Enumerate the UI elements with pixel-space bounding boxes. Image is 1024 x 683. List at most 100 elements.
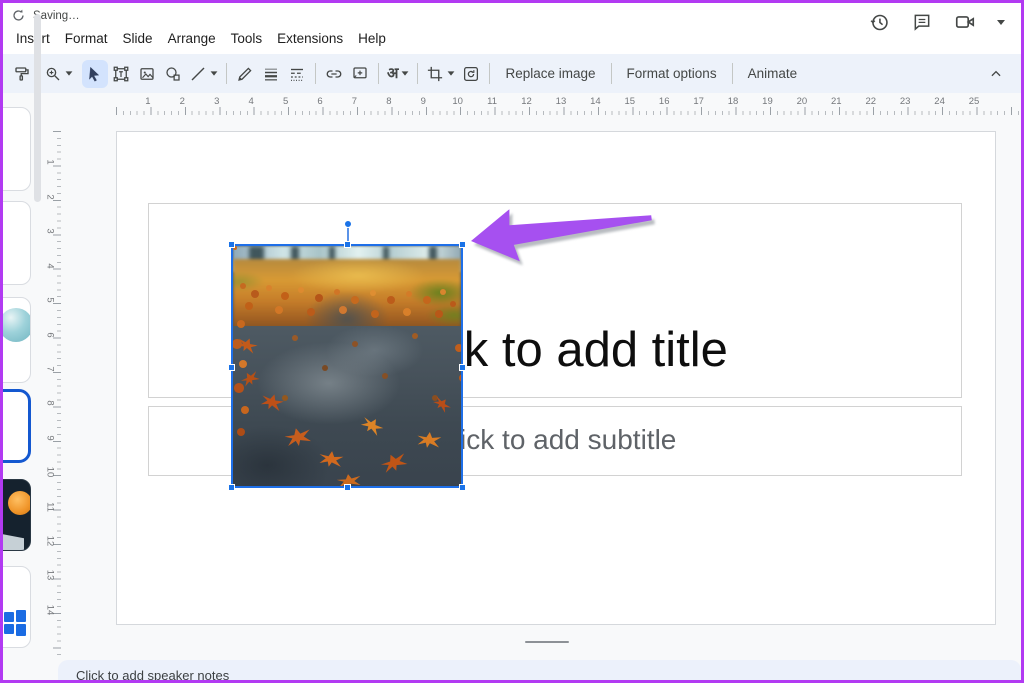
ruler-number: 3 — [214, 96, 220, 107]
animate-button[interactable]: Animate — [738, 60, 808, 88]
text-box-button[interactable] — [108, 60, 134, 88]
ruler-number: 21 — [831, 96, 842, 107]
ruler-number: 4 — [248, 96, 254, 107]
ruler-number: 25 — [968, 96, 980, 107]
insert-shape-button[interactable] — [160, 60, 186, 88]
menu-item[interactable]: Tools — [224, 27, 270, 50]
speaker-notes-placeholder: Click to add speaker notes — [76, 668, 230, 683]
ruler-number: 14 — [590, 96, 601, 107]
slide-thumbnail-5[interactable] — [3, 479, 31, 551]
ruler-number: 11 — [487, 96, 498, 107]
filmstrip-scrollbar[interactable] — [34, 14, 41, 202]
ruler-number: 12 — [521, 96, 532, 107]
ruler-number: 23 — [899, 96, 911, 107]
input-tools-caret-icon — [402, 71, 409, 76]
menu-item[interactable]: Format — [58, 27, 115, 50]
slide-thumbnail-4-selected[interactable] — [3, 389, 31, 463]
ruler-number: 2 — [179, 96, 185, 107]
ruler-number: 14 — [44, 604, 56, 616]
resize-handle-top-right[interactable] — [459, 241, 466, 248]
slide-thumbnail-6[interactable] — [3, 566, 31, 648]
mask-image-caret-icon — [448, 71, 455, 76]
ruler-number: 3 — [44, 228, 56, 234]
slide-thumbnail-2[interactable] — [3, 201, 31, 285]
zoom-tool-button[interactable] — [41, 60, 76, 88]
comments-icon[interactable] — [911, 11, 933, 33]
app-topbar: Saving… Insert Format Slide Arrange Tools Ext… — [3, 3, 1021, 54]
speaker-notes-panel[interactable]: Click to add speaker notes — [58, 660, 1021, 683]
ruler-number: 5 — [44, 297, 56, 303]
ruler-number: 2 — [44, 194, 56, 200]
ruler-number: 17 — [693, 96, 704, 107]
ruler-number: 20 — [796, 96, 808, 107]
menu-bar: Insert Format Slide Arrange Tools Extensions H… — [9, 27, 393, 50]
crop-image-button[interactable] — [423, 60, 458, 88]
format-options-button[interactable]: Format options — [617, 60, 727, 88]
ruler-number: 13 — [555, 96, 567, 107]
reset-image-button[interactable] — [458, 60, 484, 88]
line-caret-icon — [210, 71, 218, 76]
insert-image-button[interactable] — [134, 60, 160, 88]
select-tool-button[interactable] — [82, 59, 108, 88]
format-painter-button[interactable] — [9, 60, 35, 88]
slide-thumbnail-3[interactable] — [3, 297, 31, 383]
zoom-caret-icon — [65, 71, 73, 76]
notes-resize-handle[interactable] — [525, 641, 569, 643]
replace-image-button[interactable]: Replace image — [495, 60, 605, 88]
ruler-number: 24 — [934, 96, 945, 107]
ruler-number: 18 — [727, 96, 739, 107]
resize-handle-top-center[interactable] — [344, 241, 351, 248]
menu-item[interactable]: Slide — [116, 27, 160, 50]
ruler-number: 22 — [865, 96, 877, 107]
screenshot-frame: Saving… Insert Format Slide Arrange Tools Ext… — [0, 0, 1024, 683]
sync-icon — [12, 9, 25, 22]
ruler-number: 11 — [44, 501, 56, 512]
meet-options-caret-icon[interactable] — [997, 19, 1005, 25]
input-tools-button[interactable]: अ — [384, 60, 412, 88]
ruler-number: 7 — [44, 366, 56, 372]
ruler-number: 13 — [44, 570, 56, 581]
ruler-number: 6 — [44, 331, 56, 338]
resize-handle-middle-right[interactable] — [459, 364, 466, 371]
inserted-image[interactable] — [228, 220, 466, 491]
border-color-button[interactable] — [232, 60, 258, 88]
slide-thumbnail-1[interactable] — [3, 107, 31, 191]
add-comment-button[interactable] — [347, 60, 373, 88]
ruler-number: 6 — [317, 96, 323, 107]
menu-item[interactable]: Extensions — [270, 27, 350, 50]
toolbar: अ Replace image Format options Animate — [3, 54, 1021, 93]
ruler-number: 10 — [44, 466, 56, 478]
resize-handle-top-left[interactable] — [228, 241, 235, 248]
autumn-photo — [233, 246, 461, 486]
insert-line-button[interactable] — [186, 60, 221, 88]
thumbnail-shape — [3, 308, 30, 342]
resize-handle-bottom-center[interactable] — [344, 484, 351, 491]
thumbnail-shape — [3, 531, 24, 550]
ruler-number: 19 — [762, 96, 773, 107]
ruler-number: 9 — [420, 96, 426, 107]
ruler-number: 1 — [145, 96, 151, 107]
ruler-number: 7 — [351, 96, 358, 107]
meet-camera-icon[interactable] — [954, 11, 976, 33]
input-tools-icon: अ — [387, 65, 399, 82]
ruler-number: 5 — [282, 96, 289, 107]
ruler-number: 15 — [624, 96, 636, 107]
resize-handle-bottom-right[interactable] — [459, 484, 466, 491]
version-history-icon[interactable] — [868, 11, 890, 33]
menu-item[interactable]: Help — [351, 27, 393, 50]
slide-filmstrip — [3, 93, 34, 656]
menu-item[interactable]: Insert — [9, 27, 57, 50]
rotation-handle[interactable] — [344, 220, 352, 228]
saving-status: Saving… — [12, 9, 80, 22]
ruler-number: 10 — [452, 96, 463, 107]
insert-link-button[interactable] — [321, 60, 347, 88]
resize-handle-middle-left[interactable] — [228, 364, 235, 371]
ruler-number: 8 — [386, 96, 392, 107]
menu-item[interactable]: Arrange — [161, 27, 223, 50]
ruler-number: 4 — [44, 263, 56, 269]
ruler-number: 12 — [44, 535, 56, 547]
border-weight-button[interactable] — [258, 60, 284, 88]
hide-menus-button[interactable] — [983, 60, 1009, 88]
border-dash-button[interactable] — [284, 60, 310, 88]
resize-handle-bottom-left[interactable] — [228, 484, 235, 491]
